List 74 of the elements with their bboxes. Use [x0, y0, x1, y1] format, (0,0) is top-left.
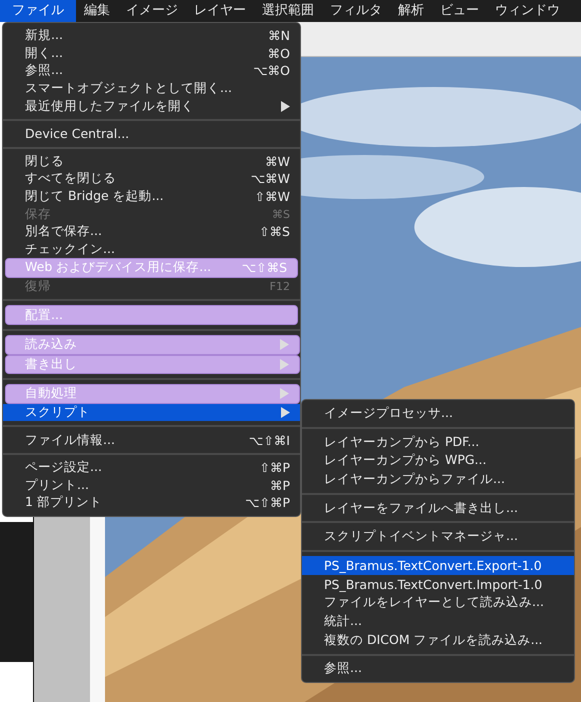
- shortcut-label: ⌘O: [268, 46, 290, 61]
- menu-bar-item[interactable]: 選択範囲: [254, 0, 322, 22]
- menu-item-label: 参照...: [25, 62, 64, 80]
- shortcut-label: ⌘W: [265, 154, 290, 169]
- menu-item[interactable]: スクリプト: [3, 404, 300, 422]
- menu-item[interactable]: スマートオブジェクトとして開く...: [3, 80, 300, 98]
- menu-item[interactable]: レイヤーをファイルへ書き出し...: [302, 498, 574, 518]
- menu-bar-item[interactable]: ウィンドウ: [487, 0, 568, 22]
- menu-item-label: スマートオブジェクトとして開く...: [25, 80, 233, 98]
- menu-item-label: 新規...: [25, 27, 64, 44]
- menu-item-label: 書き出し: [25, 356, 78, 373]
- menu-item-label: ファイル情報...: [25, 432, 116, 449]
- menu-item[interactable]: ファイルをレイヤーとして読み込み...: [302, 594, 574, 612]
- shortcut-label: ⌘N: [268, 28, 290, 44]
- menu-item-label: 開く...: [25, 44, 64, 62]
- menu-item[interactable]: 閉じる ⌘W: [3, 152, 300, 170]
- menu-item-label: Device Central...: [25, 126, 130, 142]
- shortcut-label: ⌘P: [270, 478, 290, 493]
- menu-bar-item[interactable]: レイヤー: [186, 0, 254, 22]
- shortcut-label: ⌥⌘O: [253, 63, 290, 78]
- menu-item[interactable]: レイヤーカンプから PDF...: [302, 432, 574, 452]
- shortcut-label: F12: [270, 280, 290, 294]
- menu-item-label: ページ設定...: [25, 459, 103, 476]
- menu-item[interactable]: ファイル情報... ⌥⇧⌘I: [3, 431, 300, 449]
- menu-item[interactable]: チェックイン...: [3, 240, 300, 258]
- menu-item[interactable]: Device Central...: [3, 124, 300, 143]
- menu-item-label: 読み込み: [25, 336, 78, 354]
- menu-item[interactable]: レイヤーカンプからファイル...: [302, 470, 574, 489]
- menu-item-label: 自動処理: [25, 385, 78, 402]
- shortcut-label: ⌥⇧⌘S: [242, 260, 287, 276]
- shortcut-label: ⌥⌘W: [250, 171, 290, 186]
- menu-item[interactable]: 閉じて Bridge を起動... ⇧⌘W: [3, 188, 300, 206]
- menu-item-label: スクリプト: [25, 404, 91, 421]
- menu-item[interactable]: ページ設定... ⇧⌘P: [3, 458, 300, 476]
- menu-item[interactable]: 開く... ⌘O: [3, 44, 300, 62]
- shortcut-label: ⇧⌘W: [254, 189, 290, 204]
- menu-bar-item[interactable]: フィルタ: [322, 0, 390, 22]
- menu-item-label: 閉じて Bridge を起動...: [25, 188, 165, 206]
- menu-item[interactable]: イメージプロセッサ...: [302, 404, 574, 423]
- menu-item-label: Web およびデバイス用に保存...: [25, 259, 212, 276]
- menu-bar-item[interactable]: イメージ: [118, 0, 186, 22]
- menu-item-label: すべてを閉じる: [25, 170, 117, 188]
- menu-bar-item[interactable]: ファイル: [0, 0, 76, 22]
- menu-item[interactable]: PS_Bramus.TextConvert.Import-1.0: [302, 574, 574, 594]
- menu-item-label: 別名で保存...: [25, 223, 103, 240]
- shortcut-label: ⌥⇧⌘P: [245, 495, 290, 510]
- menu-item[interactable]: すべてを閉じる ⌥⌘W: [3, 170, 300, 188]
- menu-item-label: 配置...: [25, 306, 64, 324]
- menu-item[interactable]: 別名で保存... ⇧⌘S: [3, 222, 300, 241]
- shortcut-label: ⌥⇧⌘I: [248, 432, 290, 448]
- menu-item[interactable]: 参照... ⌥⌘O: [3, 62, 300, 80]
- menu-item[interactable]: スクリプトイベントマネージャ...: [302, 527, 574, 546]
- menu-bar-item[interactable]: 解析: [390, 0, 432, 22]
- menu-item[interactable]: プリント... ⌘P: [3, 476, 300, 494]
- shortcut-label: ⇧⌘P: [259, 460, 290, 476]
- menu-bar-item[interactable]: ビュー: [432, 0, 487, 22]
- menu-item-label: 最近使用したファイルを開く: [25, 98, 195, 115]
- menu-item-label: チェックイン...: [25, 240, 116, 258]
- menu-item-label: プリント...: [25, 476, 90, 494]
- menu-item[interactable]: 最近使用したファイルを開く: [3, 97, 300, 115]
- menu-item[interactable]: 参照...: [302, 660, 574, 678]
- menu-item[interactable]: 統計...: [302, 612, 574, 631]
- menu-item[interactable]: 新規... ⌘N: [3, 27, 300, 45]
- menu-item[interactable]: PS_Bramus.TextConvert.Export-1.0: [302, 556, 574, 575]
- menu-bar-item[interactable]: 編集: [76, 0, 118, 22]
- menu-item-label: 1 部プリント: [25, 494, 103, 512]
- menu-item[interactable]: 1 部プリント ⌥⇧⌘P: [3, 494, 300, 512]
- menu-item[interactable]: レイヤーカンプから WPG...: [302, 451, 574, 470]
- menu-item-label: 保存: [25, 206, 52, 223]
- shortcut-label: ⌘S: [272, 208, 290, 221]
- menu-item-label: 閉じる: [25, 152, 65, 170]
- shortcut-label: ⇧⌘S: [259, 224, 290, 240]
- menu-item-label: 復帰: [25, 278, 52, 296]
- menu-item[interactable]: 複数の DICOM ファイルを読み込み...: [302, 630, 574, 650]
